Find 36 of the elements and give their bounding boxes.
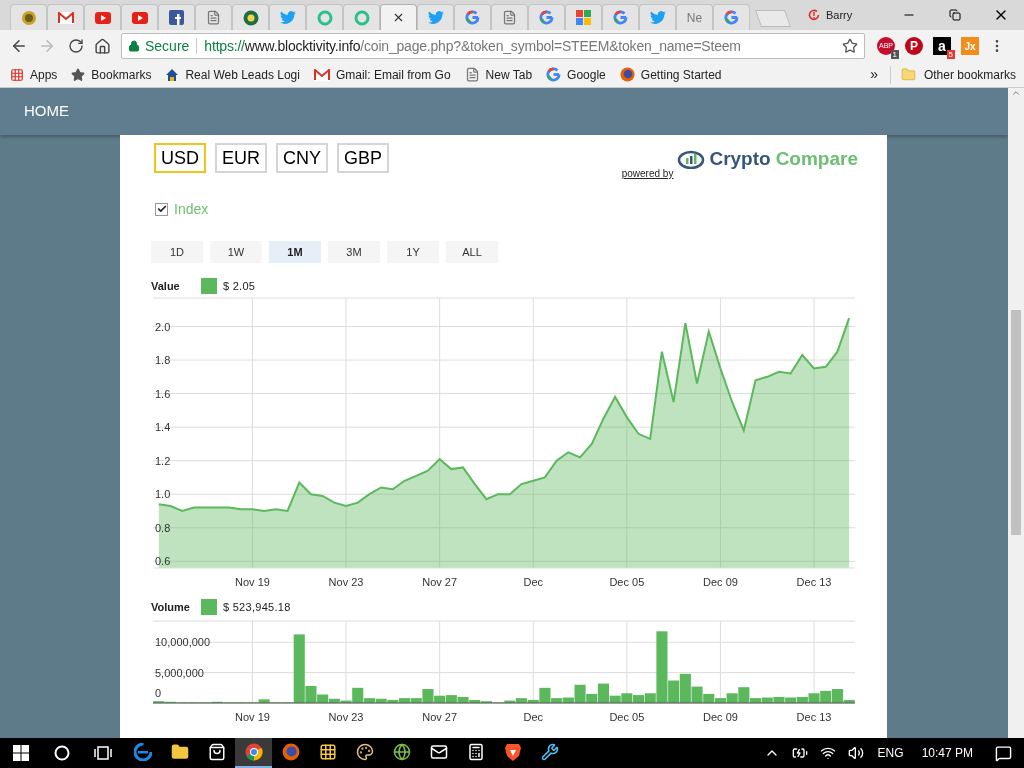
axis-label: 0.8 [155,521,171,534]
axis-label: Dec 05 [609,576,645,588]
legend-value: $ 2.05 [223,278,256,294]
legend-value: $ 523,945.18 [223,599,291,615]
logo-text: Compare [775,147,858,171]
logo-text: Crypto [709,147,771,171]
axis-label: Dec 09 [703,711,738,723]
axis-label: 5,000,000 [155,666,204,679]
axis-label: Nov 27 [422,576,458,588]
axis-label: Dec [523,711,544,723]
axis-label: 1.0 [155,488,171,501]
extension-badge: 1 [890,50,899,59]
axis-label: Dec 09 [703,576,738,588]
axis-label: 2.0 [155,320,171,333]
axis-label: Nov 19 [235,711,270,723]
axis-label: 0 [155,687,162,699]
url-text: https://www.blocktivity.info/coin_page.php?&token_symbol=STEEM&token_name=Steem [204,36,741,56]
axis-label: 1.4 [155,421,171,434]
axis-label: Dec [523,576,544,588]
axis-label: Dec 05 [609,711,645,723]
axis-label: Dec 13 [796,711,832,723]
axis-label: Nov 27 [422,711,458,723]
axis-label: Nov 23 [328,711,364,723]
axis-label: 10,000,000 [155,636,211,649]
axis-label: Dec 13 [796,576,832,588]
extension-badge: 5 [946,50,955,59]
axis-label: 1.6 [155,387,171,400]
legend-title: Volume [151,599,189,615]
secure-label: Secure [145,36,190,56]
legend-title: Value [151,278,181,294]
axis-label: Nov 19 [235,576,270,588]
axis-label: 1.8 [155,354,171,367]
axis-label: 0.6 [155,555,171,568]
axis-label: Nov 23 [328,576,364,588]
axis-label: 1.2 [155,454,171,467]
index-label: Index [174,199,209,219]
